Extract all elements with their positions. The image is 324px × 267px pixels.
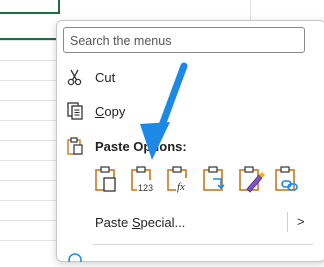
paste-values-sublabel: 123 — [138, 183, 153, 193]
menu-item-label: Paste Special... — [95, 215, 185, 230]
menu-item-label: Copy — [95, 104, 125, 119]
paste-button[interactable] — [93, 165, 123, 199]
copy-label-rest: opy — [104, 104, 126, 119]
menu-item-paste-options: Paste Options: — [57, 133, 324, 159]
paste-options-label: Paste Options: — [95, 139, 187, 154]
paste-link-button[interactable] — [273, 165, 303, 199]
context-menu: Search the menus Cut Copy Paste Options:… — [56, 20, 324, 267]
paste-options-row: 123 fx — [93, 165, 313, 201]
paste-transpose-icon — [203, 166, 225, 191]
paste-transpose-button[interactable] — [201, 165, 231, 199]
paste-special-label-post: pecial... — [140, 215, 186, 230]
paste-formatting-button[interactable] — [237, 165, 267, 199]
paste-icon — [95, 166, 116, 192]
menu-item-copy[interactable]: Copy — [57, 98, 324, 124]
paste-special-label-pre: Paste — [95, 215, 132, 230]
active-cell-border — [0, 12, 60, 14]
search-menus-input[interactable]: Search the menus — [63, 27, 305, 53]
copy-icon — [65, 101, 85, 121]
paste-link-icon — [275, 166, 298, 191]
paste-formulas-icon: fx — [167, 166, 191, 193]
clipboard-icon — [65, 136, 85, 156]
paste-formulas-button[interactable]: fx — [165, 165, 195, 199]
menu-divider — [93, 244, 313, 245]
menu-item-paste-special[interactable]: Paste Special... > — [57, 209, 324, 235]
partial-menu-icon — [67, 249, 83, 267]
active-cell-border — [0, 38, 60, 40]
submenu-divider — [287, 212, 288, 232]
scissors-icon — [65, 67, 85, 87]
copy-accelerator: C — [95, 104, 105, 119]
menu-item-cut[interactable]: Cut — [57, 64, 324, 90]
active-cell-border — [58, 0, 60, 14]
search-placeholder: Search the menus — [70, 34, 172, 48]
paste-values-button[interactable]: 123 — [129, 165, 159, 199]
paste-formatting-icon — [239, 166, 265, 193]
paste-formulas-sublabel: fx — [177, 181, 185, 193]
paste-values-icon: 123 — [131, 166, 155, 193]
menu-item-label: Cut — [95, 70, 116, 85]
paste-special-accelerator: S — [131, 215, 141, 230]
chevron-right-icon[interactable]: > — [297, 214, 305, 229]
